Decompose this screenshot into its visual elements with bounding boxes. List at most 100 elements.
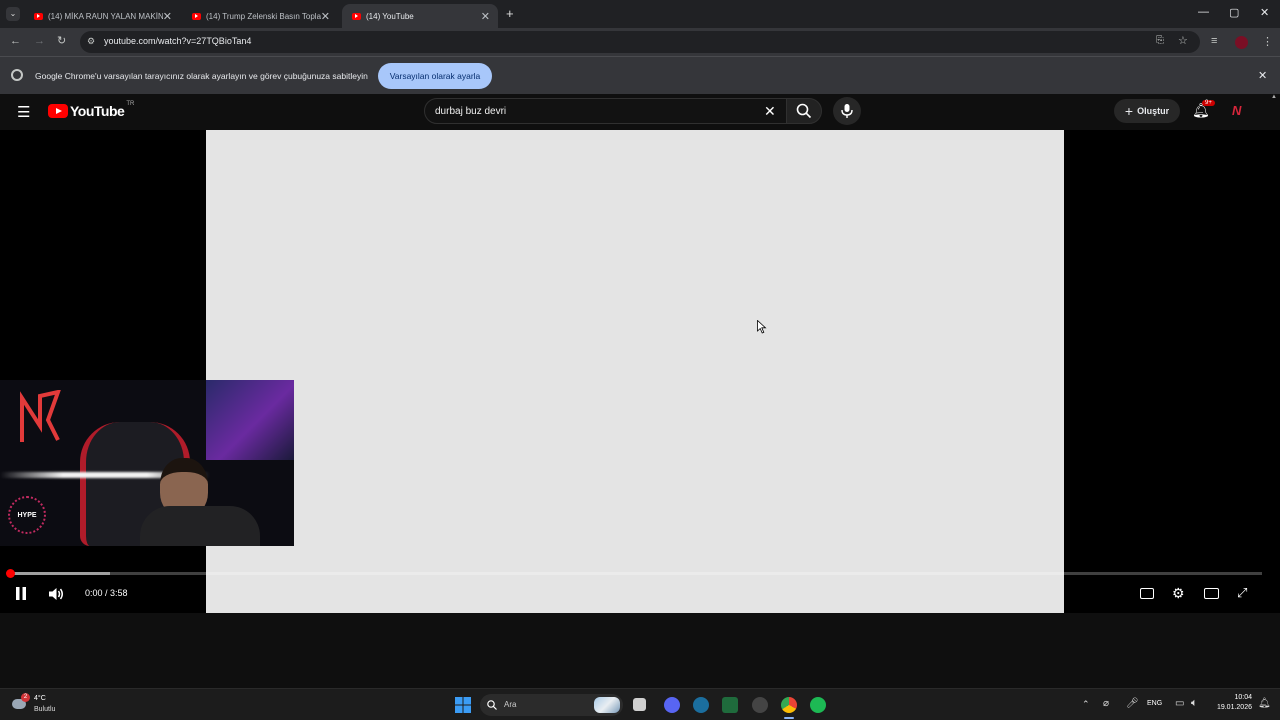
tab-3-active[interactable]: (14) YouTube ✕ bbox=[342, 4, 498, 28]
speaker-tray-icon[interactable]: 🔈︎ bbox=[1191, 697, 1198, 710]
plus-icon: + bbox=[1124, 103, 1134, 119]
tab-search-chevron-icon[interactable]: ⌄ bbox=[6, 7, 20, 21]
buffered-bar bbox=[10, 572, 111, 575]
maximize-icon[interactable]: ▢ bbox=[1229, 6, 1239, 19]
chrome-logo-icon bbox=[11, 69, 23, 81]
youtube-play-logo-icon bbox=[48, 104, 68, 118]
search-query: durbaj buz devri bbox=[435, 106, 507, 117]
notifications-button[interactable]: 🔔︎ 9+ bbox=[1192, 100, 1215, 120]
create-label: Oluştur bbox=[1137, 106, 1170, 116]
pause-icon[interactable] bbox=[15, 587, 27, 600]
tray-chevron-icon[interactable]: ⌃ bbox=[1082, 699, 1090, 710]
voice-search-button[interactable] bbox=[833, 97, 861, 125]
subtitles-icon[interactable] bbox=[1140, 588, 1154, 599]
install-app-icon[interactable]: ⎘ bbox=[1156, 35, 1164, 46]
clear-search-icon[interactable]: ✕ bbox=[764, 103, 776, 120]
channel-logo-icon bbox=[20, 390, 61, 442]
streamer-body bbox=[140, 506, 260, 546]
forward-icon[interactable]: → bbox=[34, 35, 45, 47]
display-tray-icon[interactable]: ▭ bbox=[1175, 698, 1184, 709]
notification-badge: 9+ bbox=[1202, 100, 1215, 106]
close-tab-icon[interactable]: ✕ bbox=[321, 10, 330, 23]
task-view-icon[interactable] bbox=[633, 698, 646, 711]
search-input[interactable]: durbaj buz devri ✕ bbox=[424, 98, 788, 124]
search-icon bbox=[487, 700, 497, 710]
youtube-favicon-icon bbox=[34, 12, 43, 20]
address-bar[interactable]: ⚙ youtube.com/watch?v=27TQBioTan4 ⎘ ☆ bbox=[80, 31, 1200, 53]
time-display: 0:00 / 3:58 bbox=[85, 588, 128, 598]
spotify-icon[interactable] bbox=[810, 697, 826, 713]
minimize-icon[interactable]: — bbox=[1198, 6, 1209, 18]
video-frame[interactable] bbox=[206, 130, 1064, 613]
windows-start-icon[interactable] bbox=[455, 697, 471, 713]
youtube-favicon-icon bbox=[192, 12, 201, 20]
mouse-cursor-icon bbox=[757, 320, 767, 334]
bookmark-star-icon[interactable]: ☆ bbox=[1178, 34, 1188, 47]
profile-avatar[interactable] bbox=[1235, 36, 1248, 49]
tab-3-title: (14) YouTube bbox=[366, 11, 414, 21]
close-window-icon[interactable]: ✕ bbox=[1260, 6, 1269, 19]
clock-date: 19.01.2026 bbox=[1216, 704, 1252, 711]
chrome-taskbar-icon[interactable] bbox=[781, 697, 797, 713]
tab-2[interactable]: (14) Trump Zelenski Basın Topla ✕ bbox=[182, 4, 338, 28]
weather-widget[interactable]: 2 4°C Bulutlu bbox=[12, 693, 72, 717]
create-button[interactable]: + Oluştur bbox=[1114, 99, 1180, 123]
tab-strip: ⌄ (14) MİKA RAUN YALAN MAKİN ✕ (14) Trum… bbox=[0, 0, 1280, 28]
weather-desc: Bulutlu bbox=[34, 706, 56, 713]
reload-icon[interactable]: ↻ bbox=[57, 34, 66, 47]
channel-avatar[interactable]: N bbox=[1232, 103, 1248, 119]
back-icon[interactable]: ← bbox=[10, 35, 21, 47]
youtube-wordmark: YouTube bbox=[70, 103, 125, 119]
network-off-icon[interactable]: ⌀ bbox=[1103, 698, 1109, 709]
volume-icon[interactable] bbox=[48, 587, 64, 601]
video-player[interactable]: HYPE 0:00 / 3:58 ⚙ ⤢ bbox=[0, 130, 1280, 613]
taskbar-search-box[interactable]: Ara bbox=[480, 694, 623, 716]
windows-taskbar: 2 4°C Bulutlu Ara ⌃ ⌀ 🎤︎ ENG ▭ 🔈︎ 10:04 … bbox=[0, 688, 1280, 720]
chrome-active-indicator bbox=[784, 717, 794, 719]
app-icon[interactable] bbox=[752, 697, 768, 713]
progress-bar[interactable] bbox=[6, 569, 1262, 578]
tab-2-title: (14) Trump Zelenski Basın Topla bbox=[206, 11, 321, 21]
weather-temp: 4°C bbox=[34, 695, 46, 702]
infobar-message: Google Chrome'u varsayılan tarayıcınız o… bbox=[35, 71, 368, 81]
fullscreen-icon[interactable]: ⤢ bbox=[1237, 585, 1247, 601]
scrubber-handle[interactable] bbox=[6, 569, 15, 578]
miniplayer-icon[interactable] bbox=[1204, 588, 1219, 599]
tab-1[interactable]: (14) MİKA RAUN YALAN MAKİN ✕ bbox=[24, 4, 180, 28]
discord-icon[interactable] bbox=[664, 697, 680, 713]
hamburger-menu-icon[interactable]: ☰ bbox=[17, 103, 30, 121]
search-highlight-image bbox=[594, 697, 620, 713]
page-scrollbar-up-icon[interactable]: ▲ bbox=[1271, 94, 1277, 100]
whatsapp-icon[interactable] bbox=[722, 697, 738, 713]
close-tab-icon[interactable]: ✕ bbox=[481, 10, 490, 23]
youtube-header: ☰ YouTube TR durbaj buz devri ✕ + Oluştu… bbox=[0, 94, 1280, 130]
webcam-overlay: HYPE bbox=[0, 380, 294, 546]
search-icon bbox=[796, 103, 812, 119]
taskbar-search-placeholder: Ara bbox=[504, 700, 517, 709]
close-tab-icon[interactable]: ✕ bbox=[163, 10, 172, 23]
chrome-menu-icon[interactable]: ⋮ bbox=[1262, 35, 1273, 48]
youtube-logo[interactable]: YouTube TR bbox=[48, 101, 135, 119]
youtube-favicon-icon bbox=[352, 12, 361, 20]
wall-poster bbox=[206, 380, 294, 460]
language-indicator[interactable]: ENG bbox=[1147, 700, 1162, 707]
search-button[interactable] bbox=[786, 98, 822, 124]
browser-toolbar: ← → ↻ ⚙ youtube.com/watch?v=27TQBioTan4 … bbox=[0, 28, 1280, 56]
tab-1-title: (14) MİKA RAUN YALAN MAKİN bbox=[48, 11, 163, 21]
url-text: youtube.com/watch?v=27TQBioTan4 bbox=[104, 36, 252, 46]
hype-ring: HYPE bbox=[8, 496, 46, 534]
hype-label: HYPE bbox=[17, 511, 37, 519]
site-info-icon[interactable]: ⚙ bbox=[87, 36, 95, 47]
region-code: TR bbox=[126, 101, 135, 107]
new-tab-icon[interactable]: + bbox=[506, 6, 514, 21]
weather-alert-badge: 2 bbox=[21, 693, 30, 702]
settings-gear-icon[interactable]: ⚙ bbox=[1172, 585, 1185, 602]
microphone-tray-icon[interactable]: 🎤︎ bbox=[1126, 698, 1139, 709]
notification-center-icon[interactable]: 🔔︎ bbox=[1258, 698, 1271, 709]
close-infobar-icon[interactable]: ✕ bbox=[1258, 69, 1267, 82]
clock-time: 10:04 bbox=[1234, 694, 1252, 701]
steam-icon[interactable] bbox=[693, 697, 709, 713]
media-controls-icon[interactable]: ≡ bbox=[1211, 35, 1217, 47]
clock[interactable]: 10:04 19.01.2026 bbox=[1210, 694, 1252, 711]
set-default-button[interactable]: Varsayılan olarak ayarla bbox=[378, 63, 492, 89]
